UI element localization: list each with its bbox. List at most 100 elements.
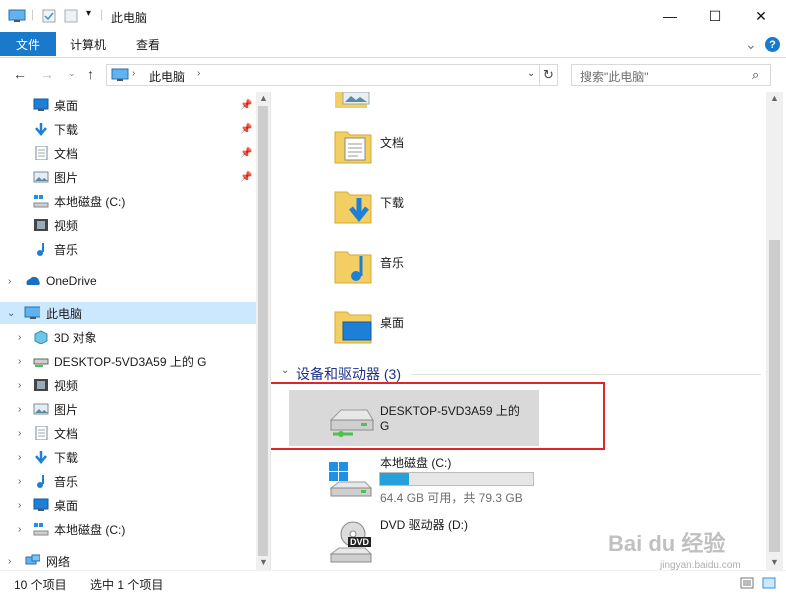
quick-access-dropdown-icon[interactable]: ▾ <box>86 8 91 19</box>
breadcrumb-chevron-icon[interactable]: › <box>132 68 135 79</box>
nav-pc-item[interactable]: › 图片 <box>0 398 256 420</box>
help-icon[interactable]: ? <box>765 37 780 52</box>
nav-pc-item[interactable]: › 视频 <box>0 374 256 396</box>
scroll-thumb[interactable] <box>769 240 780 552</box>
address-dropdown-icon[interactable]: ⌄ <box>527 68 535 79</box>
forward-icon[interactable]: → <box>40 66 54 82</box>
title-bar: | ▾ | 此电脑 — ☐ ✕ <box>0 0 786 32</box>
folder-label[interactable]: 下载 <box>380 194 404 211</box>
pin-icon[interactable]: 📌 <box>240 172 252 183</box>
maximize-button[interactable]: ☐ <box>692 0 738 32</box>
nav-quick-item[interactable]: 文档 📌 <box>0 142 256 164</box>
close-button[interactable]: ✕ <box>738 0 784 32</box>
nav-quick-item[interactable]: 下载 📌 <box>0 118 256 140</box>
scroll-up-icon[interactable]: ▲ <box>259 93 268 103</box>
documents-folder-icon[interactable] <box>333 126 373 166</box>
pictures-folder-icon[interactable] <box>333 92 373 124</box>
navigation-pane: 桌面 📌 下载 📌 文档 📌 图片 📌 本地磁盘 (C:) 视频 音乐 › OneDrive ⌄ 此… <box>0 92 270 570</box>
nav-quick-item[interactable]: 桌面 📌 <box>0 94 256 116</box>
search-placeholder: 搜索"此电脑" <box>580 70 649 84</box>
collapse-chevron-icon[interactable]: ⌄ <box>7 308 15 319</box>
search-icon[interactable]: ⌕ <box>752 67 759 83</box>
back-icon[interactable]: ← <box>13 66 27 82</box>
computer-icon[interactable] <box>8 9 26 23</box>
expand-chevron-icon[interactable]: › <box>18 428 21 439</box>
recent-locations-icon[interactable]: ⌄ <box>68 68 76 79</box>
address-bar[interactable]: › 此电脑 › ⌄ <box>106 64 558 86</box>
local-disk-icon <box>33 523 49 536</box>
expand-chevron-icon[interactable]: › <box>18 476 21 487</box>
scroll-down-icon[interactable]: ▼ <box>259 557 268 567</box>
nav-quick-item[interactable]: 视频 <box>0 214 256 236</box>
document-icon <box>35 146 48 160</box>
nav-quick-item[interactable]: 音乐 <box>0 238 256 260</box>
devices-group-header[interactable]: 设备和驱动器 (3) <box>296 364 401 384</box>
expand-chevron-icon[interactable]: › <box>18 356 21 367</box>
drive-local-c[interactable]: 本地磁盘 (C:) 64.4 GB 可用，共 79.3 GB <box>321 452 741 508</box>
expand-chevron-icon[interactable]: › <box>18 524 21 535</box>
nav-onedrive[interactable]: › OneDrive <box>0 270 256 292</box>
properties-icon[interactable] <box>42 9 56 23</box>
refresh-icon[interactable]: ↻ <box>539 64 558 86</box>
tab-view[interactable]: 查看 <box>136 32 160 56</box>
item-count: 10 个项目 <box>14 578 67 592</box>
music-folder-icon[interactable] <box>333 246 373 286</box>
folder-label[interactable]: 文档 <box>380 134 404 151</box>
nav-pc-item[interactable]: › 文档 <box>0 422 256 444</box>
content-scrollbar[interactable]: ▲ ▼ <box>766 92 783 570</box>
watermark-url: jingyan.baidu.com <box>660 560 741 571</box>
nav-pc-item[interactable]: › 桌面 <box>0 494 256 516</box>
pin-icon[interactable]: 📌 <box>240 148 252 159</box>
expand-chevron-icon[interactable]: › <box>18 452 21 463</box>
group-collapse-icon[interactable]: ⌄ <box>281 365 289 376</box>
nav-pc-item[interactable]: › 3D 对象 <box>0 326 256 348</box>
nav-label: 此电脑 <box>46 306 83 321</box>
folder-label[interactable]: 桌面 <box>380 314 404 331</box>
nav-label: 视频 <box>54 218 79 233</box>
expand-chevron-icon[interactable]: › <box>18 404 21 415</box>
breadcrumb-chevron-icon[interactable]: › <box>197 68 200 79</box>
video-icon <box>34 379 48 391</box>
nav-network[interactable]: › 网络 <box>0 550 256 570</box>
nav-label: DESKTOP-5VD3A59 上的 G <box>54 354 207 369</box>
nav-pc-item[interactable]: › DESKTOP-5VD3A59 上的 G <box>0 350 256 372</box>
nav-label: 音乐 <box>54 242 79 257</box>
highlight-box <box>271 382 605 450</box>
expand-ribbon-icon[interactable]: ⌄ <box>745 32 757 56</box>
scroll-up-icon[interactable]: ▲ <box>770 93 779 103</box>
expand-chevron-icon[interactable]: › <box>8 276 11 287</box>
nav-label: 文档 <box>54 146 79 161</box>
expand-chevron-icon[interactable]: › <box>8 556 11 567</box>
scroll-down-icon[interactable]: ▼ <box>770 557 779 567</box>
breadcrumb-this-pc[interactable]: 此电脑 <box>149 68 185 85</box>
up-icon[interactable]: ↑ <box>87 66 94 82</box>
tab-computer[interactable]: 计算机 <box>70 32 106 56</box>
pin-icon[interactable]: 📌 <box>240 100 252 111</box>
new-folder-icon[interactable] <box>64 9 78 23</box>
nav-pc-item[interactable]: › 音乐 <box>0 470 256 492</box>
minimize-button[interactable]: — <box>647 0 693 32</box>
expand-chevron-icon[interactable]: › <box>18 332 21 343</box>
nav-pc-item[interactable]: › 下载 <box>0 446 256 468</box>
nav-scrollbar[interactable]: ▲ ▼ <box>256 92 270 570</box>
details-view-icon[interactable] <box>740 577 754 589</box>
search-input[interactable]: 搜索"此电脑" ⌕ <box>571 64 771 86</box>
expand-chevron-icon[interactable]: › <box>18 500 21 511</box>
network-drive-icon <box>33 358 49 367</box>
drive-name: DVD 驱动器 (D:) <box>380 518 468 532</box>
large-icons-view-icon[interactable] <box>762 577 776 589</box>
tab-file[interactable]: 文件 <box>0 32 56 56</box>
nav-pc-item[interactable]: › 本地磁盘 (C:) <box>0 518 256 540</box>
toolbar-divider: | <box>31 7 35 21</box>
downloads-folder-icon[interactable] <box>333 186 373 226</box>
folder-label[interactable]: 音乐 <box>380 254 404 271</box>
nav-quick-item[interactable]: 图片 📌 <box>0 166 256 188</box>
expand-chevron-icon[interactable]: › <box>18 380 21 391</box>
desktop-folder-icon[interactable] <box>333 306 373 346</box>
pin-icon[interactable]: 📌 <box>240 124 252 135</box>
scroll-thumb[interactable] <box>258 106 268 556</box>
nav-this-pc[interactable]: ⌄ 此电脑 <box>0 302 256 324</box>
nav-quick-item[interactable]: 本地磁盘 (C:) <box>0 190 256 212</box>
network-icon <box>25 554 40 565</box>
download-icon <box>35 451 47 464</box>
